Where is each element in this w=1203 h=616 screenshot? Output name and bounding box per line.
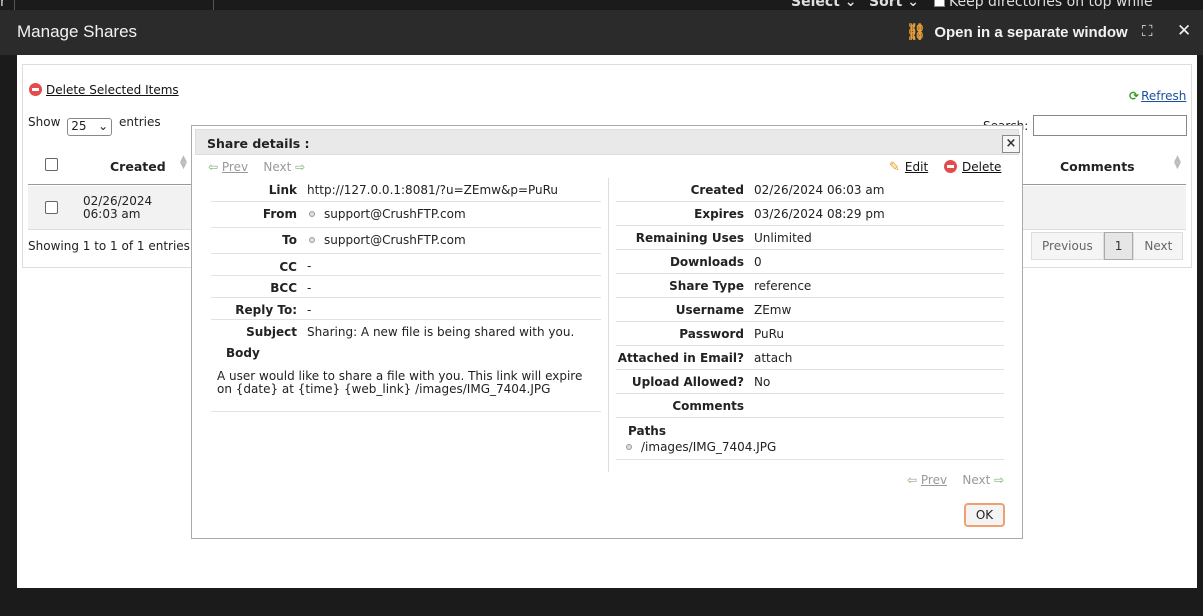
divider xyxy=(213,0,214,10)
delete-icon xyxy=(944,160,957,173)
bullet-icon xyxy=(309,237,315,243)
refresh-icon: ⟳ xyxy=(1129,89,1140,103)
link-row: Link http://127.0.0.1:8081/?u=ZEmw&p=PuRu xyxy=(211,178,601,202)
close-icon[interactable]: × xyxy=(1002,135,1020,153)
expires-row: Expires 03/26/2024 08:29 pm xyxy=(616,202,1004,226)
column-comments[interactable]: Comments xyxy=(1060,159,1135,174)
page-1-button[interactable]: 1 xyxy=(1103,232,1134,260)
body-value: A user would like to share a file with y… xyxy=(217,369,583,396)
prev-link[interactable]: Prev xyxy=(921,473,947,487)
body-row: Body A user would like to share a file w… xyxy=(211,342,601,412)
arrow-right-icon: ⇨ xyxy=(295,160,306,174)
chevron-down-icon: ⌄ xyxy=(907,0,919,10)
bcc-row: BCC - xyxy=(211,276,601,298)
next-page-button[interactable]: Next xyxy=(1133,232,1184,260)
subject-value: Sharing: A new file is being shared with… xyxy=(307,325,575,339)
window-header: Manage Shares ⛓ Open in a separate window… xyxy=(0,10,1203,55)
downloads-row: Downloads 0 xyxy=(616,250,1004,274)
background-toolbar: r Select ⌄ Sort ⌄ Keep directories on to… xyxy=(0,0,1203,26)
checkbox[interactable] xyxy=(934,0,945,7)
pencil-icon: ✎ xyxy=(889,160,900,175)
comments-row: Comments xyxy=(616,394,1004,418)
select-all-checkbox[interactable] xyxy=(45,158,58,171)
delete-button[interactable]: Delete xyxy=(944,160,1001,174)
created-row: Created 02/26/2024 06:03 am xyxy=(616,178,1004,202)
column-divider xyxy=(608,178,609,472)
dialog-titlebar: Share details : × xyxy=(195,129,1020,155)
edit-button[interactable]: ✎ Edit xyxy=(889,160,928,175)
open-separate-window-button[interactable]: ⛓ Open in a separate window xyxy=(906,22,1128,42)
attached-in-email-row: Attached in Email? attach xyxy=(616,346,1004,370)
to-row: To support@CrushFTP.com xyxy=(211,228,601,254)
to-value: support@CrushFTP.com xyxy=(324,233,466,247)
bullet-icon xyxy=(309,211,315,217)
link-icon: ⛓ xyxy=(906,24,927,41)
pagination: Previous 1 Next xyxy=(1031,232,1184,260)
select-menu[interactable]: Select ⌄ xyxy=(791,0,856,10)
sort-icon[interactable]: ▲ ▼ xyxy=(180,155,187,171)
sort-icon[interactable]: ▲ ▼ xyxy=(1174,155,1181,171)
bottom-navigation: ⇦ Prev Next ⇨ xyxy=(907,473,1004,487)
path-value: /images/IMG_7404.JPG xyxy=(641,440,777,454)
username-row: Username ZEmw xyxy=(616,298,1004,322)
next-link[interactable]: Next xyxy=(263,160,291,174)
arrow-right-icon: ⇨ xyxy=(994,473,1005,487)
share-type-row: Share Type reference xyxy=(616,274,1004,298)
share-right-details: Created 02/26/2024 06:03 am Expires 03/26/… xyxy=(616,178,1004,460)
table-info: Showing 1 to 1 of 1 entries xyxy=(28,239,190,253)
window-title: Manage Shares xyxy=(17,22,138,41)
row-checkbox[interactable] xyxy=(45,201,58,214)
from-value: support@CrushFTP.com xyxy=(324,207,466,221)
chevron-down-icon: ⌄ xyxy=(98,119,109,133)
share-left-details: Link http://127.0.0.1:8081/?u=ZEmw&p=PuRu… xyxy=(211,178,601,412)
subject-row: Subject Sharing: A new file is being shar… xyxy=(246,325,575,339)
password-row: Password PuRu xyxy=(616,322,1004,346)
background-bottom-bar xyxy=(0,598,1203,616)
refresh-link[interactable]: Refresh xyxy=(1141,89,1186,103)
delete-selected-button[interactable]: Delete Selected Items xyxy=(29,83,179,97)
prev-link[interactable]: Prev xyxy=(222,160,248,174)
chevron-down-icon: ⌄ xyxy=(844,0,857,10)
ok-button[interactable]: OK xyxy=(964,503,1005,527)
reply-to-row: Reply To: - xyxy=(211,298,601,320)
bullet-icon xyxy=(626,444,632,450)
row-created-cell: 02/26/2024 06:03 am xyxy=(83,194,153,221)
page-length-control: Show 25 ⌄ entries xyxy=(28,115,161,136)
arrow-left-icon: ⇦ xyxy=(208,160,219,174)
upload-allowed-row: Upload Allowed? No xyxy=(616,370,1004,394)
previous-page-button[interactable]: Previous xyxy=(1031,232,1104,260)
from-row: From support@CrushFTP.com xyxy=(211,202,601,228)
next-link[interactable]: Next xyxy=(962,473,990,487)
sort-menu[interactable]: Sort ⌄ xyxy=(869,0,919,10)
fullscreen-icon[interactable]: ⛶ xyxy=(1142,22,1153,40)
share-details-dialog: Share details : × ⇦ Prev Next ⇨ ✎ Edit De… xyxy=(191,125,1023,539)
dialog-title: Share details : xyxy=(207,136,310,151)
top-navigation: ⇦ Prev Next ⇨ xyxy=(208,160,305,174)
share-link-value: http://127.0.0.1:8081/?u=ZEmw&p=PuRu xyxy=(307,183,559,197)
page-length-select[interactable]: 25 ⌄ xyxy=(67,118,113,136)
paths-row: Paths /images/IMG_7404.JPG xyxy=(616,418,1004,460)
remaining-uses-row: Remaining Uses Unlimited xyxy=(616,226,1004,250)
toolbar-fragment: r xyxy=(0,0,6,10)
delete-icon xyxy=(29,83,42,96)
search-input[interactable] xyxy=(1033,115,1187,136)
column-created[interactable]: Created xyxy=(110,159,166,174)
divider xyxy=(14,0,15,10)
arrow-left-icon: ⇦ xyxy=(907,473,918,487)
window-left-bar xyxy=(0,55,17,598)
delete-selected-link[interactable]: Delete Selected Items xyxy=(46,83,179,97)
cc-row: CC - xyxy=(211,254,601,276)
close-icon[interactable]: ✕ xyxy=(1177,21,1191,41)
refresh-button[interactable]: ⟳ Refresh xyxy=(1129,89,1186,103)
